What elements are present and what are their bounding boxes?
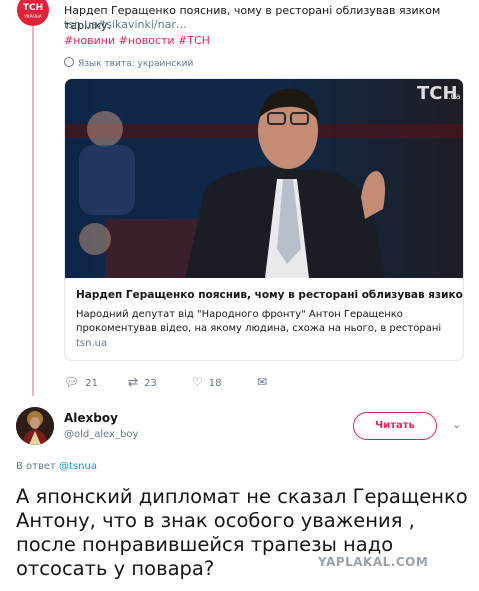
- link-card[interactable]: ТСН .ua Нардеп Геращенко пояснив, чому в…: [64, 78, 464, 361]
- tweet-language-label: Язык твита: украинский: [78, 59, 194, 69]
- reply-icon: 💬︎: [64, 375, 80, 389]
- watermark: YAPLAKAL.COM: [318, 555, 429, 569]
- chevron-down-icon[interactable]: ⌄: [452, 418, 461, 431]
- message-action[interactable]: ✉: [257, 375, 273, 389]
- card-logo-suffix: .ua: [448, 92, 461, 101]
- reply-to-link[interactable]: @tsnua: [59, 461, 97, 472]
- tweet-link[interactable]: tsn.ua/tsikavinki/nar…: [64, 18, 187, 31]
- tweet-language[interactable]: Язык твита: украинский: [64, 57, 193, 69]
- avatar-image: [16, 407, 54, 445]
- card-description: Народний депутат від "Народного фронту" …: [76, 309, 442, 334]
- tweet-link-text[interactable]: tsn.ua/tsikavinki/nar…: [64, 18, 187, 31]
- heart-icon: ♡: [192, 375, 203, 389]
- avatar-logo-subtext: УКРАЇНА: [24, 14, 42, 19]
- retweet-count: 23: [144, 378, 157, 389]
- reply-prefix: В ответ: [16, 461, 56, 472]
- tsn-avatar[interactable]: TCH УКРАЇНА: [17, 0, 49, 26]
- card-image: ТСН .ua: [65, 79, 463, 278]
- card-title: Нардеп Геращенко пояснив, чому в рестора…: [76, 289, 464, 301]
- tweet-hashtags[interactable]: #новини #новости #ТСН: [64, 34, 210, 47]
- follow-button[interactable]: Читать: [353, 412, 437, 440]
- like-count: 18: [208, 378, 222, 389]
- reply-author-handle[interactable]: @old_alex_boy: [64, 429, 138, 440]
- reply-author-name[interactable]: Alexboy: [64, 411, 118, 425]
- reply-count: 21: [85, 378, 98, 389]
- globe-icon: [64, 57, 74, 67]
- thread-line: [32, 24, 34, 396]
- like-action[interactable]: ♡ 18: [192, 375, 222, 389]
- card-domain: tsn.ua: [76, 338, 108, 349]
- retweet-icon: ⇄: [128, 375, 139, 389]
- avatar[interactable]: [16, 407, 54, 445]
- envelope-icon: ✉: [257, 375, 268, 389]
- card-logo: ТСН .ua: [417, 83, 461, 104]
- reply-action[interactable]: 💬︎ 21: [64, 375, 98, 389]
- reply-context: В ответ @tsnua: [16, 461, 97, 472]
- retweet-action[interactable]: ⇄ 23: [128, 375, 157, 389]
- avatar-logo-text: TCH: [22, 3, 44, 13]
